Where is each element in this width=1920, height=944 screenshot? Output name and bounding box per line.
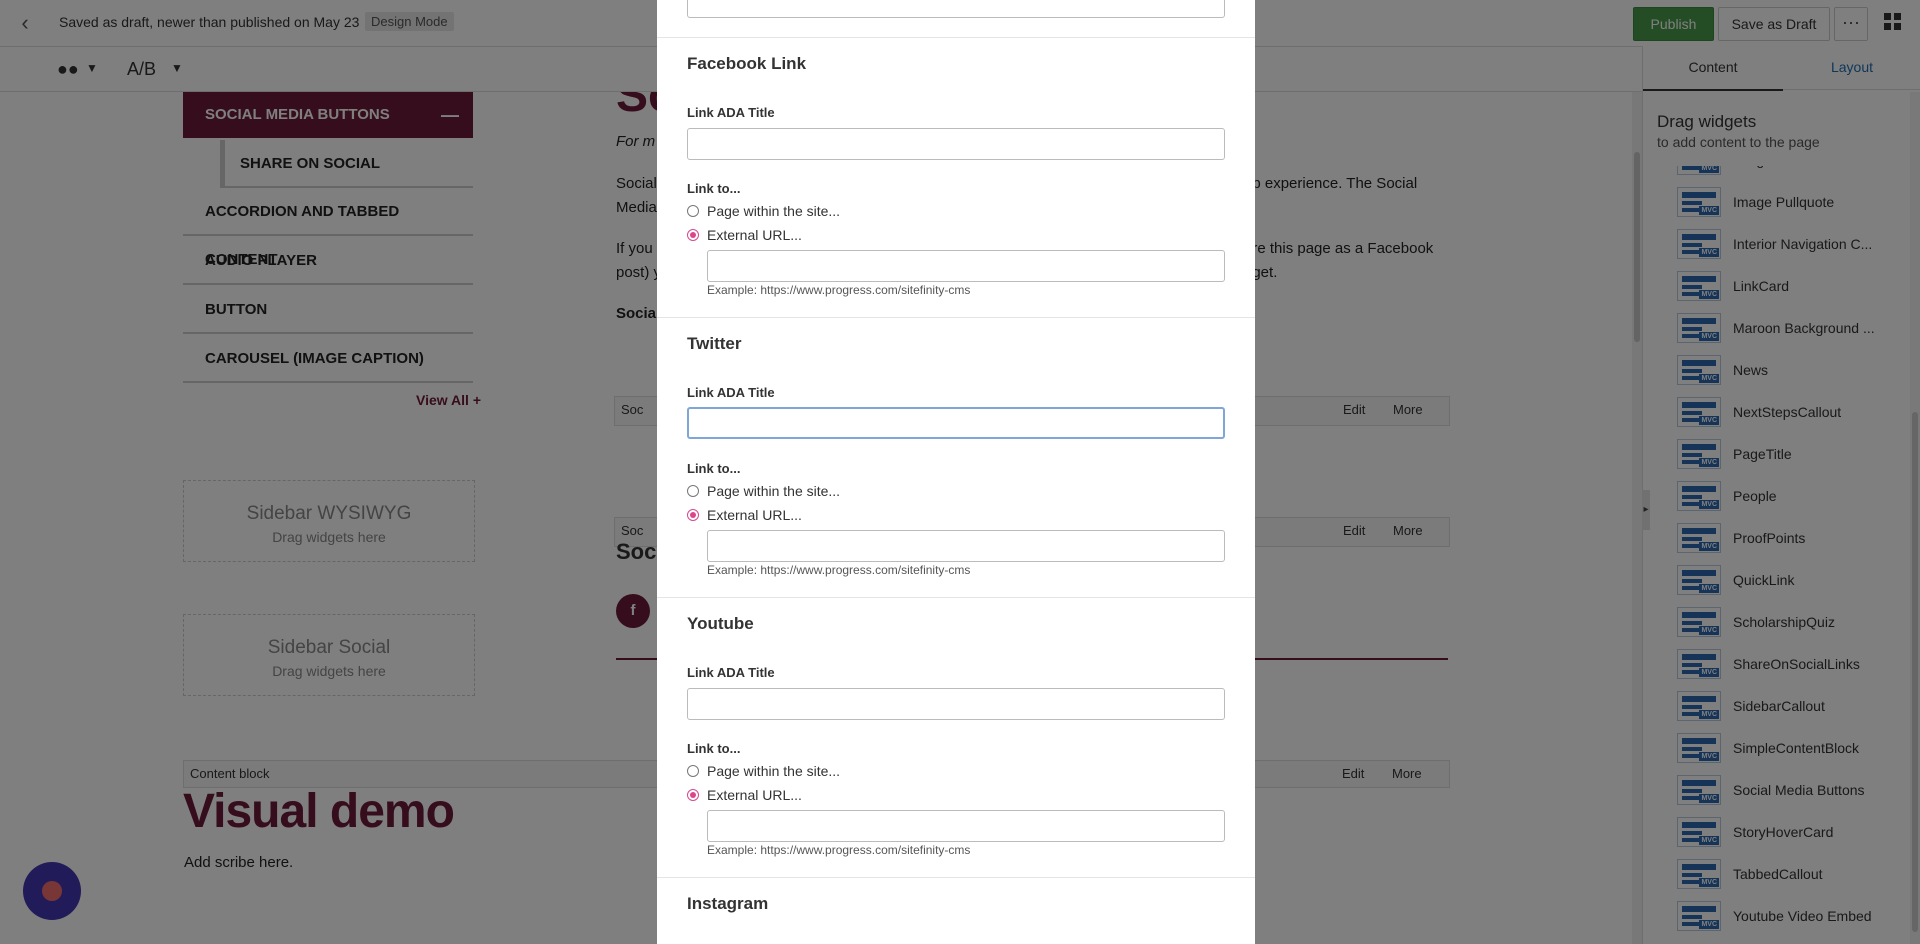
facebook-url-input[interactable] xyxy=(707,250,1225,282)
radio-label: Page within the site... xyxy=(707,483,841,499)
radio-label: External URL... xyxy=(707,787,802,803)
social-links-dialog: Facebook Link Link ADA Title Link to... … xyxy=(657,0,1255,944)
radio-label: External URL... xyxy=(707,507,802,523)
url-example-text: Example: https://www.progress.com/sitefi… xyxy=(707,563,971,577)
radio-button[interactable] xyxy=(687,485,699,497)
instagram-section-title: Instagram xyxy=(687,894,769,913)
link-to-label: Link to... xyxy=(687,181,741,196)
link-to-label: Link to... xyxy=(687,741,741,756)
youtube-section-title: Youtube xyxy=(687,614,754,633)
facebook-ada-title-input[interactable] xyxy=(687,128,1225,160)
twitter-url-input[interactable] xyxy=(707,530,1225,562)
radio-label: Page within the site... xyxy=(707,203,841,219)
youtube-url-input[interactable] xyxy=(707,810,1225,842)
radio-button-selected[interactable] xyxy=(687,509,699,521)
youtube-ada-title-input[interactable] xyxy=(687,688,1225,720)
radio-label: External URL... xyxy=(707,227,802,243)
radio-button[interactable] xyxy=(687,765,699,777)
section-divider xyxy=(657,317,1255,318)
radio-button-selected[interactable] xyxy=(687,789,699,801)
radio-button[interactable] xyxy=(687,205,699,217)
twitter-section-title: Twitter xyxy=(687,334,742,353)
twitter-ada-title-input[interactable] xyxy=(687,407,1225,439)
ada-title-label: Link ADA Title xyxy=(687,105,775,120)
link-to-label: Link to... xyxy=(687,461,741,476)
section-divider xyxy=(657,877,1255,878)
url-example-text: Example: https://www.progress.com/sitefi… xyxy=(707,283,971,297)
ada-title-label: Link ADA Title xyxy=(687,665,775,680)
url-example-text: Example: https://www.progress.com/sitefi… xyxy=(707,843,971,857)
radio-button-selected[interactable] xyxy=(687,229,699,241)
ada-title-label: Link ADA Title xyxy=(687,385,775,400)
previous-url-input[interactable] xyxy=(687,0,1225,18)
facebook-section-title: Facebook Link xyxy=(687,54,807,73)
radio-label: Page within the site... xyxy=(707,763,841,779)
section-divider xyxy=(657,37,1255,38)
section-divider xyxy=(657,597,1255,598)
